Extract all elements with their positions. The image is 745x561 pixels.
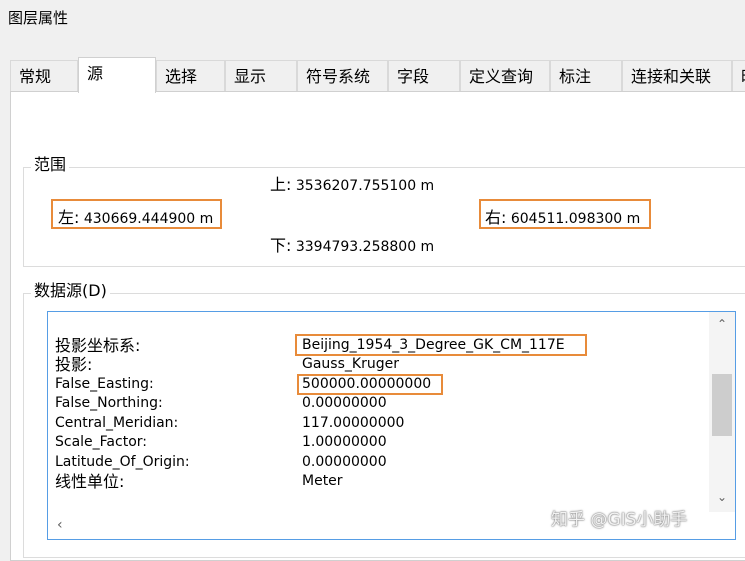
prop-value: 1.00000000 — [302, 434, 387, 450]
prop-value: Meter — [302, 473, 343, 489]
tab-joins-relates[interactable]: 连接和关联 — [622, 60, 732, 91]
extent-bottom-caption: 下: — [270, 236, 292, 255]
prop-key: Central_Meridian: — [55, 415, 179, 431]
vertical-scrollbar[interactable]: ⌃ ⌄ — [709, 312, 735, 512]
extent-top-value: 3536207.755100 m — [295, 178, 435, 194]
tab-display[interactable]: 显示 — [225, 60, 297, 91]
tab-time[interactable]: 时 — [732, 60, 745, 91]
tab-general[interactable]: 常规 — [10, 60, 78, 91]
prop-key: 投影: — [55, 355, 93, 374]
chevron-left-icon[interactable]: ‹ — [57, 517, 63, 533]
extent-top-caption: 上: — [270, 175, 292, 194]
extent-bottom-value: 3394793.258800 m — [295, 239, 435, 255]
extent-bottom: 下: 3394793.258800 m — [270, 232, 434, 256]
extent-left-caption: 左: — [58, 208, 80, 227]
tab-source[interactable]: 源 — [78, 57, 156, 93]
list-item: Latitude_Of_Origin: 0.00000000 — [48, 453, 708, 472]
prop-key: 投影坐标系: — [55, 336, 141, 355]
extent-left: 左: 430669.444900 m — [58, 204, 213, 228]
datasource-group-label: 数据源(D) — [31, 281, 110, 301]
list-item: False_Northing: 0.00000000 — [48, 394, 708, 413]
list-item: Scale_Factor: 1.00000000 — [48, 433, 708, 452]
extent-right-value: 604511.098300 m — [510, 211, 641, 227]
extent-right: 右: 604511.098300 m — [485, 204, 640, 228]
extent-top: 上: 3536207.755100 m — [270, 171, 434, 195]
prop-value: Gauss_Kruger — [302, 356, 399, 372]
scrollbar-thumb[interactable] — [712, 373, 732, 436]
extent-group-label: 范围 — [31, 155, 70, 175]
list-item: 线性单位: Meter — [48, 472, 708, 491]
prop-key: Latitude_Of_Origin: — [55, 454, 190, 470]
window-title: 图层属性 — [8, 9, 69, 27]
list-item: 投影: Gauss_Kruger — [48, 355, 708, 374]
watermark: 知乎 @GIS小助手 — [551, 510, 688, 530]
prop-value: 0.00000000 — [302, 395, 387, 411]
tab-fields[interactable]: 字段 — [388, 60, 460, 91]
extent-left-value: 430669.444900 m — [83, 211, 214, 227]
prop-value: 117.00000000 — [302, 415, 405, 431]
prop-key: 线性单位: — [55, 472, 125, 491]
prop-key: False_Northing: — [55, 395, 163, 411]
projection-name-highlight — [295, 334, 587, 356]
tab-symbology[interactable]: 符号系统 — [297, 60, 388, 91]
tab-definition-query[interactable]: 定义查询 — [460, 60, 550, 91]
chevron-up-icon[interactable]: ⌃ — [717, 317, 727, 331]
list-item: Central_Meridian: 117.00000000 — [48, 414, 708, 433]
tab-selection[interactable]: 选择 — [156, 60, 225, 91]
tab-labels[interactable]: 标注 — [550, 60, 622, 91]
prop-value: 0.00000000 — [302, 454, 387, 470]
false-easting-highlight — [297, 374, 443, 395]
tab-strip: 常规 源 选择 显示 符号系统 字段 定义查询 标注 连接和关联 时 — [10, 57, 745, 93]
extent-right-caption: 右: — [485, 208, 507, 227]
chevron-down-icon[interactable]: ⌄ — [717, 490, 727, 504]
prop-key: Scale_Factor: — [55, 434, 147, 450]
prop-key: False_Easting: — [55, 376, 154, 392]
